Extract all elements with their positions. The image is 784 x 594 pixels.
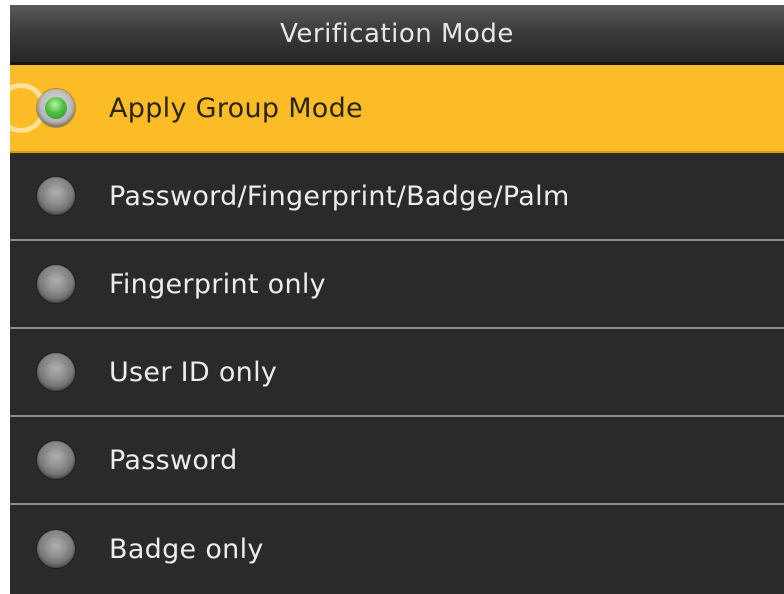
verification-mode-list: Apply Group Mode Password/Fingerprint/Ba… [10, 65, 784, 593]
option-user-id-only[interactable]: User ID only [10, 329, 784, 417]
option-badge-only[interactable]: Badge only [10, 505, 784, 593]
option-password[interactable]: Password [10, 417, 784, 505]
radio-selected-icon[interactable] [37, 89, 75, 127]
option-label: Password/Fingerprint/Badge/Palm [109, 180, 570, 212]
option-apply-group-mode[interactable]: Apply Group Mode [10, 65, 784, 153]
radio-unselected-icon[interactable] [37, 177, 75, 215]
radio-unselected-icon[interactable] [37, 441, 75, 479]
radio-unselected-icon[interactable] [37, 530, 75, 568]
radio-unselected-icon[interactable] [37, 265, 75, 303]
option-label: User ID only [109, 356, 278, 388]
option-password-fingerprint-badge-palm[interactable]: Password/Fingerprint/Badge/Palm [10, 153, 784, 241]
page-title: Verification Mode [280, 18, 514, 49]
option-label: Fingerprint only [109, 268, 326, 300]
radio-unselected-icon[interactable] [37, 353, 75, 391]
option-label: Apply Group Mode [109, 92, 363, 124]
verification-mode-screen: Verification Mode Apply Group Mode Passw… [10, 5, 784, 594]
option-label: Badge only [109, 533, 264, 565]
option-label: Password [109, 444, 238, 476]
option-fingerprint-only[interactable]: Fingerprint only [10, 241, 784, 329]
title-bar: Verification Mode [10, 5, 784, 65]
